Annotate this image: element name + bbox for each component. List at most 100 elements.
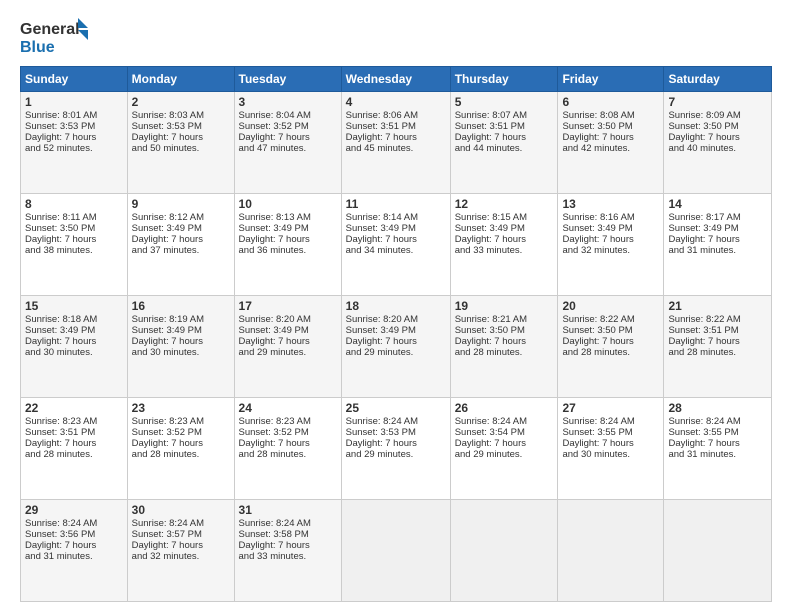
calendar-cell: 27Sunrise: 8:24 AMSunset: 3:55 PMDayligh…: [558, 398, 664, 500]
day-number: 20: [562, 299, 659, 313]
day-number: 30: [132, 503, 230, 517]
day-header-monday: Monday: [127, 67, 234, 92]
day-info-line: Daylight: 7 hours: [132, 234, 230, 245]
day-info-line: Sunrise: 8:13 AM: [239, 212, 337, 223]
calendar-cell: 22Sunrise: 8:23 AMSunset: 3:51 PMDayligh…: [21, 398, 128, 500]
day-info-line: Daylight: 7 hours: [239, 438, 337, 449]
day-number: 6: [562, 95, 659, 109]
calendar-cell: 10Sunrise: 8:13 AMSunset: 3:49 PMDayligh…: [234, 194, 341, 296]
day-number: 12: [455, 197, 554, 211]
day-number: 4: [346, 95, 446, 109]
calendar-cell: 12Sunrise: 8:15 AMSunset: 3:49 PMDayligh…: [450, 194, 558, 296]
day-info-line: Sunset: 3:51 PM: [455, 121, 554, 132]
day-info-line: and 32 minutes.: [562, 245, 659, 256]
day-number: 24: [239, 401, 337, 415]
calendar-cell: 6Sunrise: 8:08 AMSunset: 3:50 PMDaylight…: [558, 92, 664, 194]
calendar-cell: 31Sunrise: 8:24 AMSunset: 3:58 PMDayligh…: [234, 500, 341, 602]
day-info-line: and 28 minutes.: [239, 449, 337, 460]
calendar-cell: 3Sunrise: 8:04 AMSunset: 3:52 PMDaylight…: [234, 92, 341, 194]
day-info-line: Sunrise: 8:24 AM: [668, 416, 767, 427]
day-info-line: Daylight: 7 hours: [562, 336, 659, 347]
day-number: 15: [25, 299, 123, 313]
calendar-cell: 19Sunrise: 8:21 AMSunset: 3:50 PMDayligh…: [450, 296, 558, 398]
day-info-line: Sunrise: 8:03 AM: [132, 110, 230, 121]
day-number: 28: [668, 401, 767, 415]
day-info-line: and 33 minutes.: [455, 245, 554, 256]
page: GeneralBlue SundayMondayTuesdayWednesday…: [0, 0, 792, 612]
day-info-line: Daylight: 7 hours: [668, 438, 767, 449]
day-info-line: Daylight: 7 hours: [239, 234, 337, 245]
day-info-line: and 28 minutes.: [668, 347, 767, 358]
calendar-cell: [664, 500, 772, 602]
day-info-line: Sunrise: 8:24 AM: [562, 416, 659, 427]
day-info-line: and 50 minutes.: [132, 143, 230, 154]
day-info-line: Sunset: 3:52 PM: [239, 427, 337, 438]
day-info-line: Daylight: 7 hours: [132, 336, 230, 347]
calendar-cell: 13Sunrise: 8:16 AMSunset: 3:49 PMDayligh…: [558, 194, 664, 296]
day-info-line: Sunrise: 8:24 AM: [239, 518, 337, 529]
day-info-line: Daylight: 7 hours: [668, 234, 767, 245]
day-header-wednesday: Wednesday: [341, 67, 450, 92]
calendar-cell: 25Sunrise: 8:24 AMSunset: 3:53 PMDayligh…: [341, 398, 450, 500]
calendar-cell: 5Sunrise: 8:07 AMSunset: 3:51 PMDaylight…: [450, 92, 558, 194]
calendar-cell: 17Sunrise: 8:20 AMSunset: 3:49 PMDayligh…: [234, 296, 341, 398]
day-info-line: Sunset: 3:49 PM: [562, 223, 659, 234]
day-info-line: and 45 minutes.: [346, 143, 446, 154]
calendar-cell: [450, 500, 558, 602]
day-info-line: Sunrise: 8:22 AM: [562, 314, 659, 325]
day-number: 31: [239, 503, 337, 517]
day-info-line: and 31 minutes.: [668, 245, 767, 256]
day-info-line: and 52 minutes.: [25, 143, 123, 154]
day-info-line: Daylight: 7 hours: [562, 234, 659, 245]
day-number: 21: [668, 299, 767, 313]
day-info-line: and 28 minutes.: [132, 449, 230, 460]
day-info-line: Daylight: 7 hours: [455, 336, 554, 347]
day-info-line: Sunrise: 8:07 AM: [455, 110, 554, 121]
day-info-line: and 30 minutes.: [562, 449, 659, 460]
calendar-cell: 21Sunrise: 8:22 AMSunset: 3:51 PMDayligh…: [664, 296, 772, 398]
svg-text:General: General: [20, 21, 80, 38]
day-info-line: Daylight: 7 hours: [132, 438, 230, 449]
calendar-cell: [341, 500, 450, 602]
day-info-line: and 47 minutes.: [239, 143, 337, 154]
day-info-line: Sunset: 3:53 PM: [25, 121, 123, 132]
day-info-line: Sunrise: 8:23 AM: [132, 416, 230, 427]
calendar-week-1: 1Sunrise: 8:01 AMSunset: 3:53 PMDaylight…: [21, 92, 772, 194]
calendar-cell: [558, 500, 664, 602]
day-info-line: and 28 minutes.: [455, 347, 554, 358]
day-info-line: Sunrise: 8:24 AM: [455, 416, 554, 427]
calendar-cell: 16Sunrise: 8:19 AMSunset: 3:49 PMDayligh…: [127, 296, 234, 398]
day-info-line: Daylight: 7 hours: [346, 336, 446, 347]
calendar-cell: 15Sunrise: 8:18 AMSunset: 3:49 PMDayligh…: [21, 296, 128, 398]
day-header-thursday: Thursday: [450, 67, 558, 92]
calendar-cell: 23Sunrise: 8:23 AMSunset: 3:52 PMDayligh…: [127, 398, 234, 500]
day-info-line: Sunset: 3:53 PM: [132, 121, 230, 132]
day-info-line: Sunset: 3:51 PM: [25, 427, 123, 438]
day-number: 2: [132, 95, 230, 109]
day-info-line: Sunrise: 8:23 AM: [25, 416, 123, 427]
day-number: 26: [455, 401, 554, 415]
day-info-line: Sunrise: 8:24 AM: [346, 416, 446, 427]
day-info-line: Sunrise: 8:18 AM: [25, 314, 123, 325]
day-info-line: Daylight: 7 hours: [25, 438, 123, 449]
day-info-line: Sunrise: 8:17 AM: [668, 212, 767, 223]
day-info-line: Sunset: 3:52 PM: [239, 121, 337, 132]
calendar-cell: 1Sunrise: 8:01 AMSunset: 3:53 PMDaylight…: [21, 92, 128, 194]
day-info-line: Sunset: 3:50 PM: [455, 325, 554, 336]
day-info-line: Daylight: 7 hours: [239, 336, 337, 347]
day-info-line: Sunset: 3:49 PM: [132, 223, 230, 234]
day-info-line: and 29 minutes.: [346, 449, 446, 460]
day-info-line: Daylight: 7 hours: [346, 438, 446, 449]
day-info-line: Sunset: 3:49 PM: [346, 325, 446, 336]
day-info-line: Daylight: 7 hours: [25, 336, 123, 347]
day-info-line: Sunrise: 8:20 AM: [346, 314, 446, 325]
calendar-cell: 14Sunrise: 8:17 AMSunset: 3:49 PMDayligh…: [664, 194, 772, 296]
day-info-line: and 42 minutes.: [562, 143, 659, 154]
calendar-cell: 4Sunrise: 8:06 AMSunset: 3:51 PMDaylight…: [341, 92, 450, 194]
day-number: 18: [346, 299, 446, 313]
day-info-line: and 34 minutes.: [346, 245, 446, 256]
day-number: 14: [668, 197, 767, 211]
day-info-line: Sunrise: 8:11 AM: [25, 212, 123, 223]
day-info-line: Sunrise: 8:06 AM: [346, 110, 446, 121]
day-info-line: Sunset: 3:50 PM: [562, 121, 659, 132]
